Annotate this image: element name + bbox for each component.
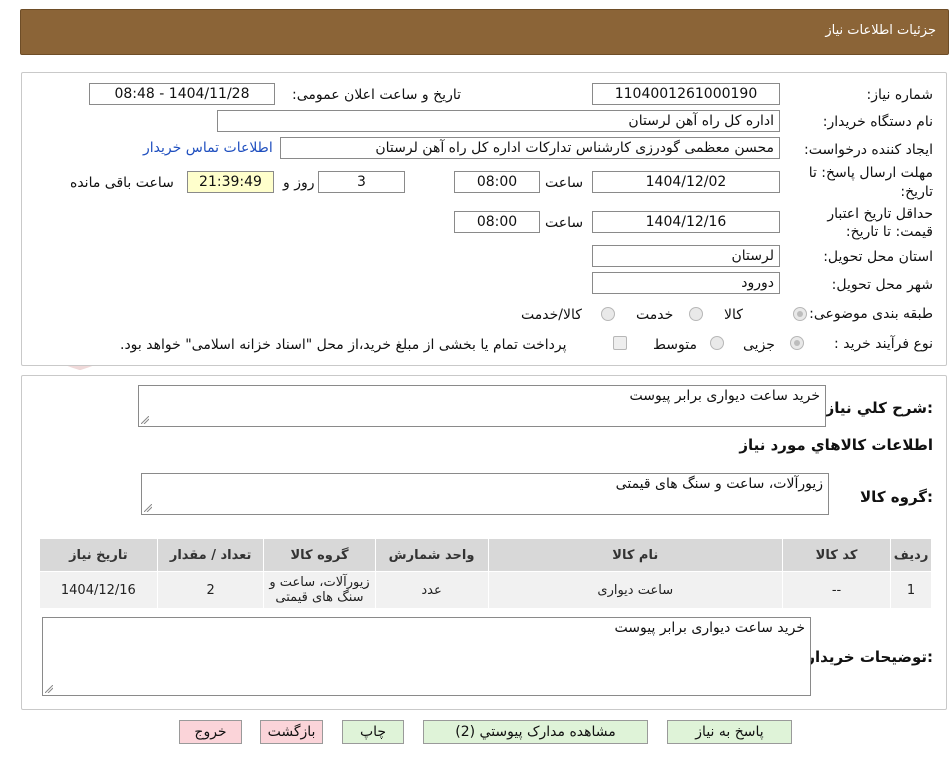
- deadline-date-field: 1404/12/02: [592, 171, 780, 193]
- summary-label: شرح کلي نياز:: [825, 399, 933, 417]
- cell-goods-group: زیورآلات، ساعت و سنگ های قیمتی: [263, 571, 376, 609]
- city-label: شهر محل تحویل:: [831, 277, 933, 293]
- validity-label: حداقل تاریخ اعتبار: [827, 206, 933, 222]
- col-goods-code: کد کالا: [781, 538, 892, 572]
- category-goods-radio[interactable]: [793, 307, 807, 321]
- resize-grip-icon: [144, 504, 152, 512]
- buyer-org-field: اداره کل راه آهن لرستان: [217, 110, 780, 132]
- buyer-notes-text: خرید ساعت دیواری برابر پیوست: [614, 620, 805, 636]
- col-need-date: تاریخ نیاز: [39, 538, 158, 572]
- cell-goods-name: ساعت دیواری: [487, 571, 783, 609]
- goods-group-textarea[interactable]: زیورآلات، ساعت و سنگ های قیمتی: [141, 473, 829, 515]
- summary-text: خرید ساعت دیواری برابر پیوست: [629, 388, 820, 404]
- print-button[interactable]: چاپ: [342, 720, 404, 744]
- deadline-label: مهلت ارسال پاسخ: تا: [808, 165, 933, 181]
- col-row-number: رديف: [890, 538, 932, 572]
- validity-date-field: 1404/12/16: [592, 211, 780, 233]
- remaining-time-field: 21:39:49: [187, 171, 274, 193]
- requester-label: ایجاد کننده درخواست:: [804, 142, 933, 158]
- page-header: جزئیات اطلاعات نیاز: [20, 9, 949, 55]
- cell-goods-code: --: [781, 571, 892, 609]
- buyer-notes-textarea[interactable]: خرید ساعت دیواری برابر پیوست: [42, 617, 811, 696]
- province-label: استان محل تحویل:: [823, 249, 933, 265]
- cell-row-number: 1: [890, 571, 932, 609]
- announce-label: تاریخ و ساعت اعلان عمومی:: [292, 87, 461, 103]
- col-goods-name: نام کالا: [487, 538, 783, 572]
- cell-need-date: 1404/12/16: [39, 571, 158, 609]
- resize-grip-icon: [45, 685, 53, 693]
- buyer-contact-link[interactable]: اطلاعات تماس خریدار: [143, 140, 273, 156]
- category-both-radio[interactable]: [601, 307, 615, 321]
- goods-group-label: گروه کالا:: [860, 488, 933, 506]
- reply-button[interactable]: پاسخ به نیاز: [667, 720, 792, 744]
- cell-unit: عدد: [374, 571, 489, 609]
- col-quantity: تعداد / مقدار: [156, 538, 265, 572]
- days-label: روز و: [283, 175, 315, 191]
- deadline-time-label: ساعت: [545, 175, 584, 191]
- view-attachments-button[interactable]: مشاهده مدارک پیوستي (2): [423, 720, 648, 744]
- province-field: لرستان: [592, 245, 780, 267]
- purchase-medium-radio[interactable]: [710, 336, 724, 350]
- purchase-type-label: نوع فرآیند خرید :: [834, 336, 933, 352]
- page-title: جزئیات اطلاعات نیاز: [825, 23, 936, 38]
- days-field: 3: [318, 171, 405, 193]
- buyer-notes-label: توضیحات خریدار:: [806, 648, 933, 666]
- col-unit: واحد شمارش: [374, 538, 489, 572]
- validity-label-2: قیمت: تا تاریخ:: [845, 224, 933, 240]
- exit-button[interactable]: خروج: [179, 720, 242, 744]
- need-number-field: 1104001261000190: [592, 83, 780, 105]
- summary-textarea[interactable]: خرید ساعت دیواری برابر پیوست: [138, 385, 826, 427]
- category-service-label: خدمت: [636, 307, 674, 323]
- remaining-label: ساعت باقی مانده: [70, 175, 174, 191]
- table-header-row: رديف کد کالا نام کالا واحد شمارش گروه کا…: [39, 538, 932, 572]
- goods-group-text: زیورآلات، ساعت و سنگ های قیمتی: [615, 476, 823, 492]
- purchase-minor-radio[interactable]: [790, 336, 804, 350]
- goods-info-title: اطلاعات کالاهاي مورد نياز: [739, 436, 933, 454]
- category-service-radio[interactable]: [689, 307, 703, 321]
- validity-time-field: 08:00: [454, 211, 540, 233]
- purchase-medium-label: متوسط: [653, 337, 697, 353]
- table-row: 1 -- ساعت دیواری عدد زیورآلات، ساعت و سن…: [39, 571, 932, 609]
- validity-time-label: ساعت: [545, 215, 584, 231]
- need-number-label: شماره نیاز:: [866, 87, 934, 103]
- back-button[interactable]: بازگشت: [260, 720, 323, 744]
- deadline-label-2: تاریخ:: [900, 184, 933, 200]
- buyer-org-label: نام دستگاه خریدار:: [822, 114, 933, 130]
- treasury-note: پرداخت تمام یا بخشی از مبلغ خرید،از محل …: [120, 337, 567, 353]
- announce-field: 1404/11/28 - 08:48: [89, 83, 275, 105]
- deadline-time-field: 08:00: [454, 171, 540, 193]
- purchase-minor-label: جزیی: [743, 337, 775, 353]
- category-goods-label: کالا: [724, 307, 743, 323]
- goods-table: رديف کد کالا نام کالا واحد شمارش گروه کا…: [39, 538, 932, 609]
- requester-field: محسن معظمی گودرزی کارشناس تدارکات اداره …: [280, 137, 780, 159]
- city-field: دورود: [592, 272, 780, 294]
- cell-quantity: 2: [156, 571, 265, 609]
- treasury-checkbox[interactable]: [613, 336, 627, 350]
- category-both-label: کالا/خدمت: [521, 307, 582, 323]
- category-label: طبقه بندی موضوعی:: [809, 306, 933, 322]
- resize-grip-icon: [141, 416, 149, 424]
- col-goods-group: گروه کالا: [263, 538, 376, 572]
